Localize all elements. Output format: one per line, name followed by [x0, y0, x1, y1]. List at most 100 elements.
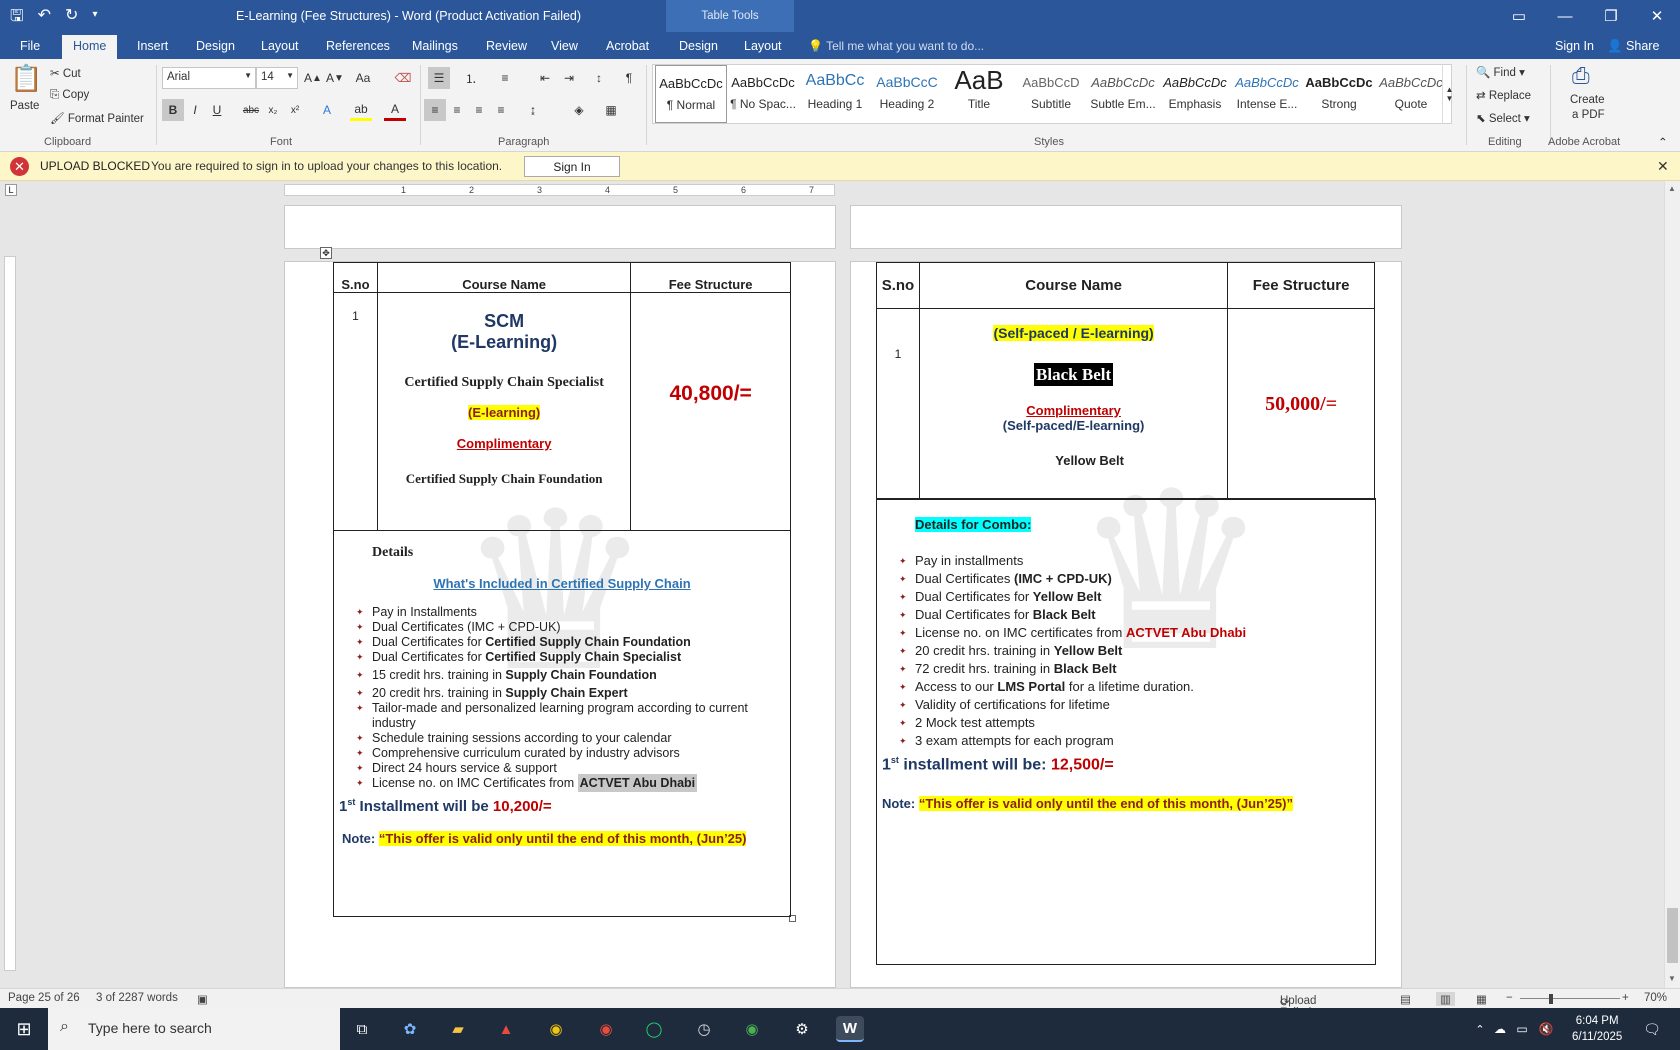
font-name-combo[interactable]: Arial ▼	[162, 67, 256, 89]
tab-table-design[interactable]: Design	[679, 39, 718, 53]
page-count[interactable]: Page 25 of 26	[8, 992, 80, 1004]
scroll-thumb[interactable]	[1667, 908, 1678, 963]
style-strong[interactable]: AaBbCcDc Strong	[1303, 65, 1375, 123]
tab-references[interactable]: References	[326, 39, 390, 53]
align-right-icon[interactable]: ≡	[468, 99, 490, 121]
style-quote[interactable]: AaBbCcDc Quote	[1375, 65, 1447, 123]
styles-scroll-icon[interactable]: ▲ ▼	[1442, 64, 1456, 124]
zoom-level[interactable]: 70%	[1644, 992, 1667, 1004]
settings-app-icon[interactable]: ⚙	[788, 1016, 816, 1042]
task-view-icon[interactable]: ⧉	[348, 1016, 376, 1042]
tab-mailings[interactable]: Mailings	[412, 39, 458, 53]
style-subtle-emphasis[interactable]: AaBbCcDc Subtle Em...	[1087, 65, 1159, 123]
vertical-ruler[interactable]	[4, 256, 16, 971]
horizontal-ruler[interactable]: 1 2 3 4 5 6 7	[284, 184, 835, 196]
tab-file[interactable]: File	[20, 39, 40, 53]
system-clock[interactable]: 6:04 PM 6/11/2025	[1572, 1013, 1622, 1045]
tab-view[interactable]: View	[551, 39, 578, 53]
ribbon-display-icon[interactable]: ▭	[1496, 0, 1542, 32]
decrease-indent-icon[interactable]: ⇤	[534, 67, 556, 89]
shrink-font-icon[interactable]: A ▼	[324, 67, 346, 89]
change-case-icon[interactable]: Aa	[352, 67, 374, 89]
whatsapp-icon[interactable]: ◯	[640, 1016, 668, 1042]
save-icon[interactable]: 🖫	[10, 5, 24, 32]
redo-icon[interactable]: ↻	[65, 5, 78, 32]
show-marks-icon[interactable]: ¶	[618, 67, 640, 89]
line-spacing-icon[interactable]: ↨	[522, 99, 544, 121]
chrome-alt-icon[interactable]: ◉	[738, 1016, 766, 1042]
tab-home[interactable]: Home	[62, 35, 118, 59]
italic-icon[interactable]: I	[184, 99, 206, 121]
tab-selector-icon[interactable]: L	[5, 184, 17, 196]
paste-icon[interactable]: 📋	[10, 63, 42, 99]
tab-table-layout[interactable]: Layout	[744, 39, 782, 53]
format-painter-button[interactable]: 🖌 Format Painter	[50, 111, 144, 125]
multilevel-list-icon[interactable]: ≡	[494, 67, 516, 89]
tab-review[interactable]: Review	[486, 39, 527, 53]
style-normal[interactable]: AaBbCcDc ¶ Normal	[655, 65, 727, 123]
infobar-sign-in-button[interactable]: Sign In	[524, 156, 620, 177]
tab-layout[interactable]: Layout	[261, 39, 299, 53]
close-window-button[interactable]: ✕	[1634, 0, 1680, 32]
copy-button[interactable]: ⎘ Copy	[50, 89, 89, 102]
word-count[interactable]: 3 of 2287 words	[96, 992, 178, 1004]
numbering-icon[interactable]: ⒈	[460, 67, 482, 89]
collapse-ribbon-icon[interactable]: ⌃	[1658, 135, 1668, 149]
tell-me-search[interactable]: 💡 Tell me what you want to do...	[808, 39, 984, 53]
style-heading-2[interactable]: AaBbCcC Heading 2	[871, 65, 943, 123]
restore-button[interactable]: ❐	[1588, 0, 1634, 32]
scroll-up-icon[interactable]: ▲	[1668, 184, 1676, 193]
scroll-down-icon[interactable]: ▼	[1668, 974, 1676, 983]
superscript-icon[interactable]: x²	[284, 99, 306, 121]
align-left-icon[interactable]: ≡	[424, 99, 446, 121]
justify-icon[interactable]: ≡	[490, 99, 512, 121]
style-emphasis[interactable]: AaBbCcDc Emphasis	[1159, 65, 1231, 123]
close-icon[interactable]: ✕	[1657, 158, 1669, 175]
file-explorer-icon[interactable]: ▰	[444, 1016, 472, 1042]
proofing-icon[interactable]: ▣	[197, 992, 208, 1006]
tab-insert[interactable]: Insert	[137, 39, 168, 53]
create-pdf-button-line2[interactable]: a PDF	[1572, 109, 1605, 121]
word-app-icon[interactable]: W	[836, 1016, 864, 1042]
document-area[interactable]: L 1 2 3 4 5 6 7 ♛ ✥ S.no Course Name Fee…	[0, 181, 1664, 988]
style-intense-emphasis[interactable]: AaBbCcDc Intense E...	[1231, 65, 1303, 123]
app-icon[interactable]: ▲	[492, 1016, 520, 1042]
underline-icon[interactable]: U	[206, 99, 228, 121]
paste-button[interactable]: Paste	[10, 100, 39, 112]
print-layout-icon[interactable]: ▥	[1436, 992, 1455, 1006]
vertical-scrollbar[interactable]: ▲ ▼	[1664, 181, 1680, 988]
style-no-spacing[interactable]: AaBbCcDc ¶ No Spac...	[727, 65, 799, 123]
page-26[interactable]: ♛ S.no Course Name Fee Structure 1 (Self…	[850, 261, 1402, 988]
style-title[interactable]: AaB Title	[943, 65, 1015, 123]
zoom-in-button[interactable]: +	[1622, 992, 1629, 1004]
bullets-icon[interactable]: ☰	[428, 67, 450, 89]
create-pdf-button[interactable]: Create	[1570, 94, 1605, 106]
borders-icon[interactable]: ▦	[600, 99, 622, 121]
replace-button[interactable]: ⇄ Replace	[1476, 88, 1531, 102]
table-move-handle-icon[interactable]: ✥	[320, 247, 332, 259]
copilot-icon[interactable]: ✿	[396, 1016, 424, 1042]
zoom-slider-thumb[interactable]	[1549, 994, 1553, 1004]
subscript-icon[interactable]: x₂	[262, 99, 284, 121]
read-mode-icon[interactable]: ▤	[1400, 992, 1411, 1006]
zoom-out-button[interactable]: −	[1506, 992, 1513, 1004]
sign-in-link[interactable]: Sign In	[1555, 39, 1594, 53]
bold-icon[interactable]: B	[162, 99, 184, 121]
select-button[interactable]: ⬉ Select ▾	[1476, 111, 1530, 125]
chrome-profile-icon[interactable]: ◉	[592, 1016, 620, 1042]
share-button[interactable]: 👤 Share	[1607, 39, 1659, 54]
clear-formatting-icon[interactable]: ⌫	[392, 67, 414, 89]
highlight-color-icon[interactable]: ab	[350, 99, 372, 121]
windows-start-icon[interactable]: ⊞	[10, 1016, 38, 1042]
minimize-button[interactable]: —	[1542, 0, 1588, 32]
undo-icon[interactable]: ↶	[38, 5, 51, 32]
page-25[interactable]: ♛ ✥ S.no Course Name Fee Structure 1 SCM…	[284, 247, 836, 988]
align-center-icon[interactable]: ≡	[446, 99, 468, 121]
cut-button[interactable]: ✂ Cut	[50, 66, 81, 80]
notifications-icon[interactable]: 🗨	[1638, 1016, 1666, 1042]
style-subtitle[interactable]: AaBbCcD Subtitle	[1015, 65, 1087, 123]
pdf-icon[interactable]: ⎙	[1572, 63, 1590, 89]
web-layout-icon[interactable]: ▦	[1476, 992, 1487, 1006]
font-size-combo[interactable]: 14 ▼	[256, 67, 298, 89]
zoom-slider[interactable]	[1520, 998, 1620, 999]
